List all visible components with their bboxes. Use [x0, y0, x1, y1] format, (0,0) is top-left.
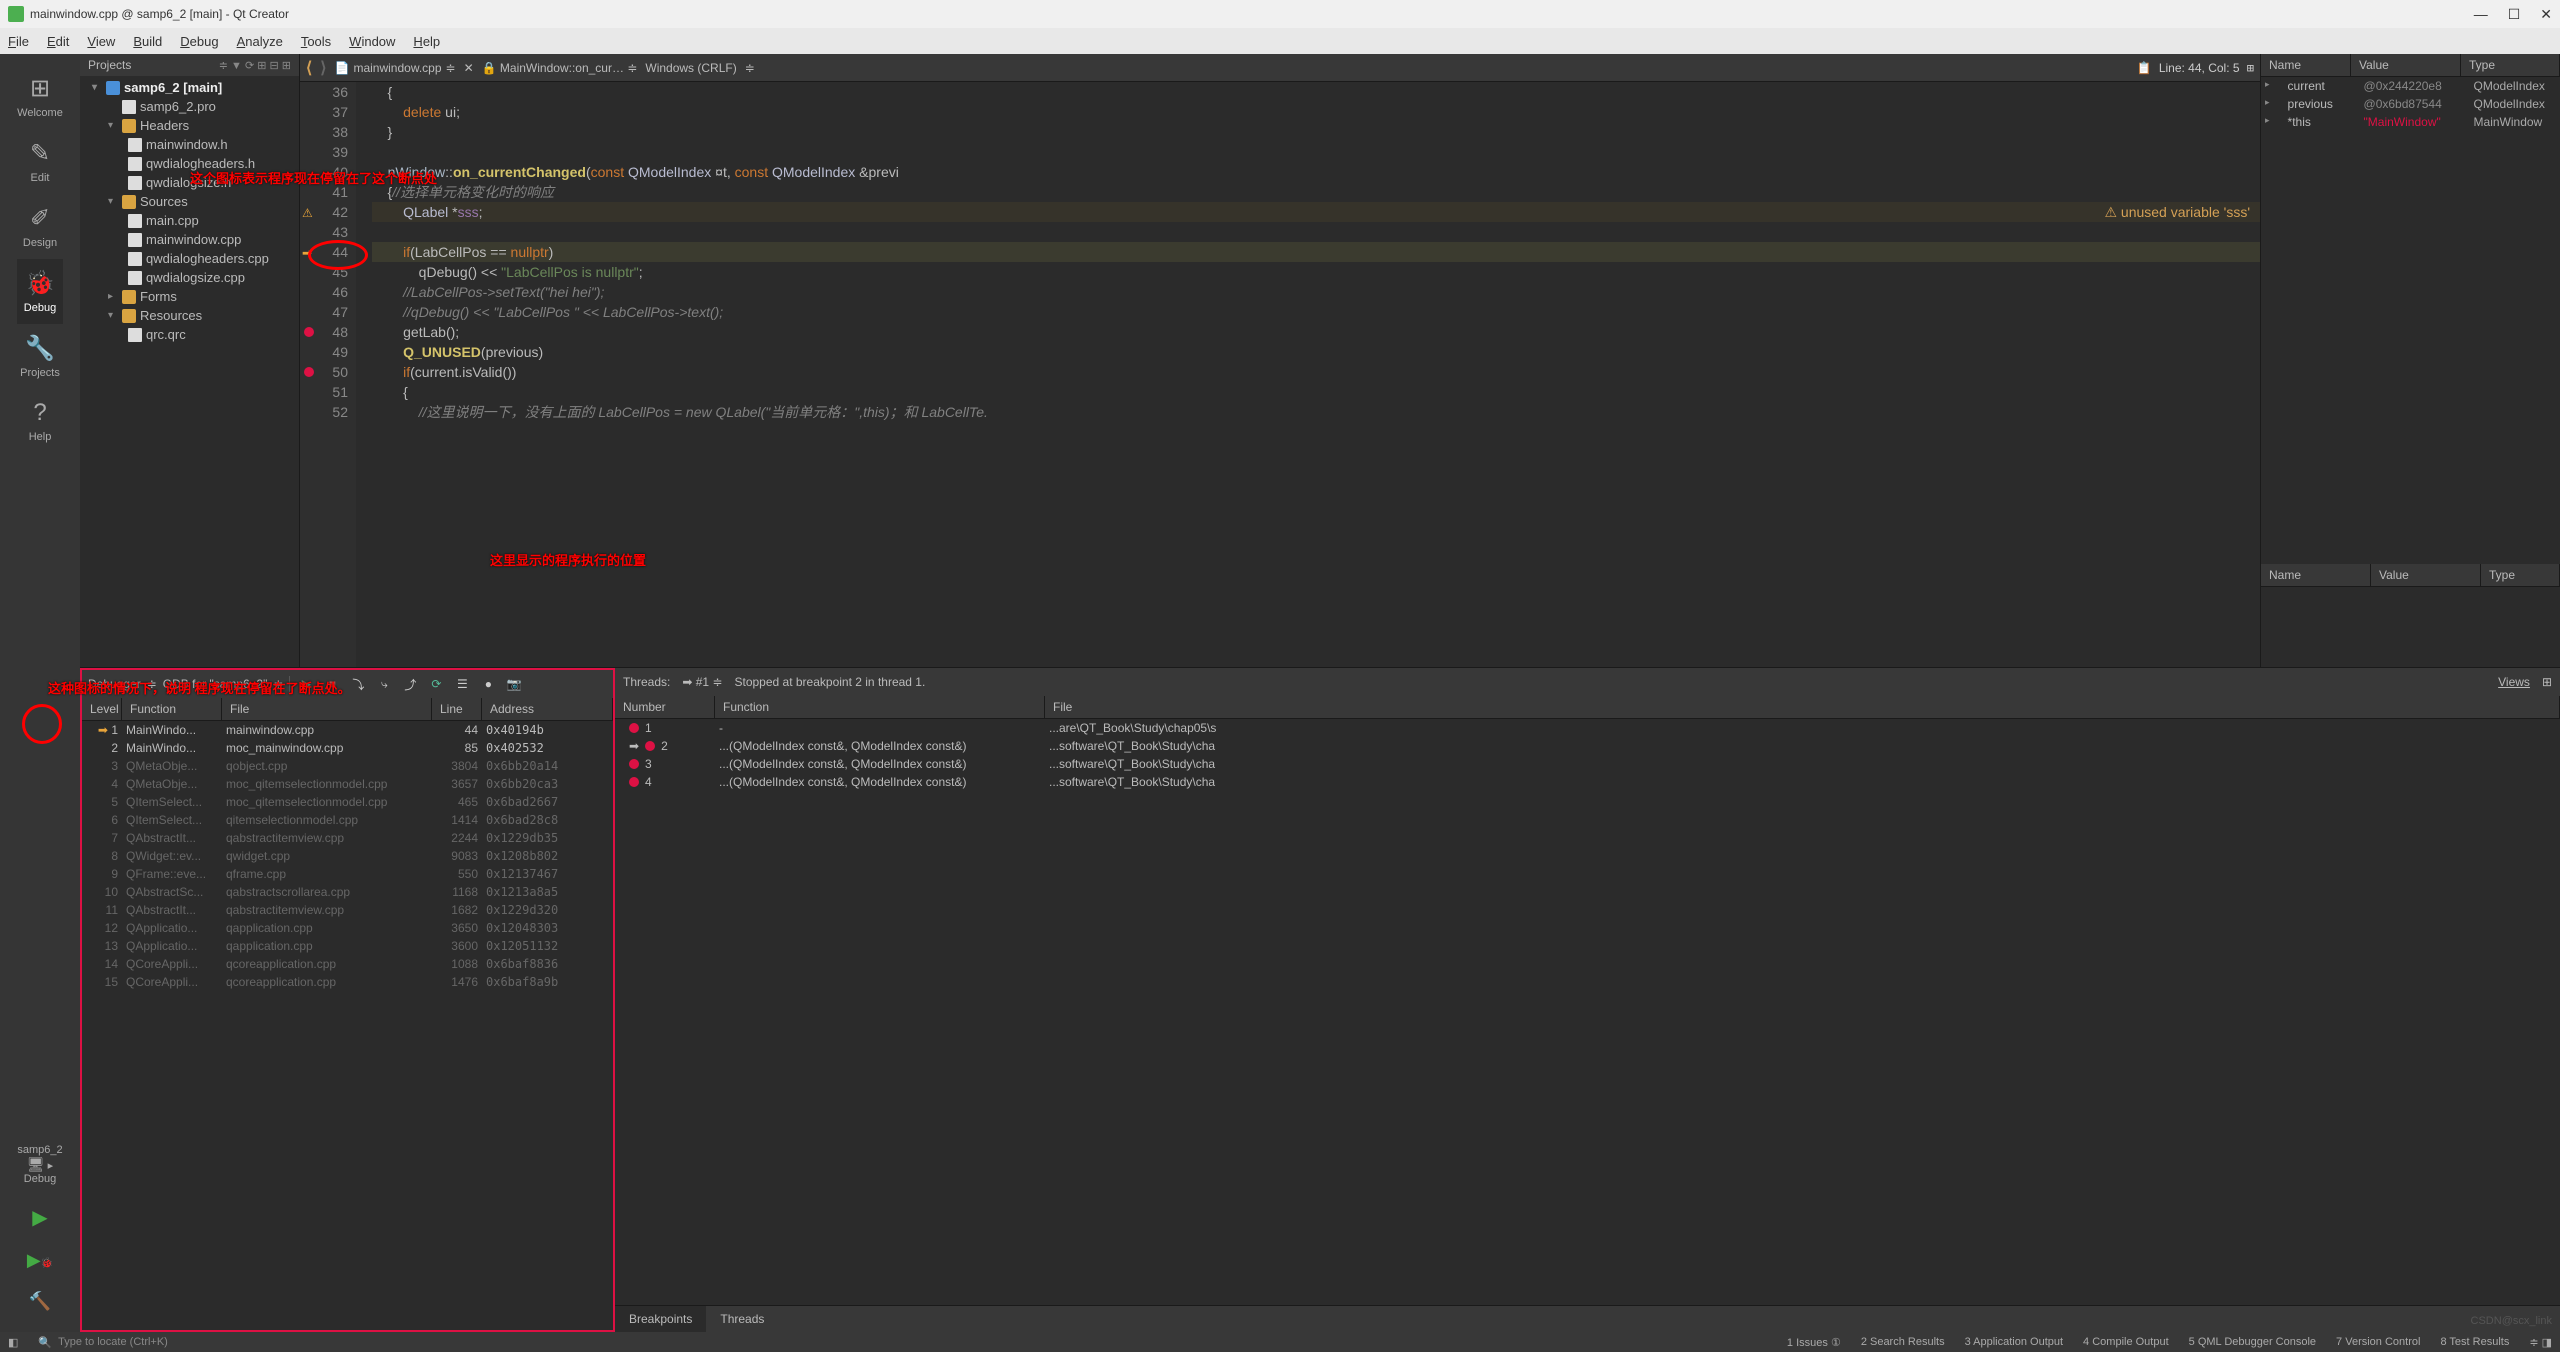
cursor-position: Line: 44, Col: 5	[2159, 61, 2240, 75]
title-bar: mainwindow.cpp @ samp6_2 [main] - Qt Cre…	[0, 0, 2560, 28]
watch-col-value[interactable]: Value	[2371, 564, 2481, 586]
snapshot-button[interactable]: 📷	[504, 674, 524, 694]
nav-back[interactable]: ⟨	[306, 58, 312, 78]
window-title: mainwindow.cpp @ samp6_2 [main] - Qt Cre…	[30, 7, 289, 21]
editor-area: ⟨ ⟩ 📄 mainwindow.cpp ≑ ✕ 🔒 MainWindow::o…	[300, 54, 2260, 667]
code-editor[interactable]: 3637383940414243444546474849505152 { del…	[300, 82, 2260, 667]
status-appout[interactable]: 3 Application Output	[1965, 1336, 2063, 1348]
build-button[interactable]: 🔨	[0, 1281, 80, 1322]
nav-forward[interactable]: ⟩	[320, 58, 326, 78]
menu-edit[interactable]: Edit	[47, 34, 69, 49]
locals-list[interactable]: ▸current@0x244220e8QModelIndex▸previous@…	[2261, 77, 2560, 564]
projects-title: Projects	[88, 58, 131, 72]
close-file[interactable]: ✕	[464, 61, 474, 75]
debug-run-button[interactable]: ▶🐞	[0, 1240, 80, 1281]
continue-button[interactable]: ▶	[296, 674, 316, 694]
menu-bar: File Edit View Build Debug Analyze Tools…	[0, 28, 2560, 54]
menu-analyze[interactable]: Analyze	[237, 34, 283, 49]
mode-help[interactable]: ?Help	[17, 389, 63, 453]
run-button[interactable]: ▶	[0, 1195, 80, 1240]
mode-projects[interactable]: 🔧Projects	[17, 324, 63, 389]
debugger-label[interactable]: Debugger	[88, 677, 141, 691]
locals-col-type[interactable]: Type	[2461, 54, 2560, 76]
tab-breakpoints[interactable]: Breakpoints	[615, 1306, 706, 1332]
locals-panel: Name Value Type ▸current@0x244220e8QMode…	[2260, 54, 2560, 667]
step-out-button[interactable]: ⤴	[400, 674, 420, 694]
close-button[interactable]: ✕	[2540, 6, 2552, 23]
status-issues[interactable]: 1 Issues ①	[1787, 1336, 1841, 1349]
symbol-selector[interactable]: 🔒 MainWindow::on_cur… ≑	[482, 61, 638, 75]
app-icon	[8, 6, 24, 22]
menu-debug[interactable]: Debug	[180, 34, 218, 49]
projects-panel: Projects ≑ ▼ ⟳ ⊞ ⊟ ⊞ ▾samp6_2 [main] sam…	[80, 54, 300, 667]
mode-edit[interactable]: ✎Edit	[17, 129, 63, 194]
status-compile[interactable]: 4 Compile Output	[2083, 1336, 2169, 1348]
menu-build[interactable]: Build	[133, 34, 162, 49]
sidebar-toggle[interactable]: ◧	[8, 1336, 18, 1349]
restart-button[interactable]: ⟳	[426, 674, 446, 694]
menu-window[interactable]: Window	[349, 34, 395, 49]
record-button[interactable]: ●	[478, 674, 498, 694]
menu-view[interactable]: View	[87, 34, 115, 49]
locate-input[interactable]: 🔍 Type to locate (Ctrl+K)	[38, 1336, 167, 1349]
encoding[interactable]: Windows (CRLF)	[645, 61, 736, 75]
debugger-target[interactable]: GDB for "samp6_2"	[163, 677, 268, 691]
breakpoints-panel: Threads: ➡ #1 ≑ Stopped at breakpoint 2 …	[615, 668, 2560, 1332]
mode-design[interactable]: ✐Design	[17, 194, 63, 259]
views-button[interactable]: Views	[2498, 675, 2530, 689]
mode-welcome[interactable]: ⊞Welcome	[17, 64, 63, 129]
project-tools[interactable]: ≑ ▼ ⟳ ⊞ ⊟ ⊞	[219, 59, 291, 72]
watch-list[interactable]	[2261, 587, 2560, 667]
maximize-button[interactable]: ☐	[2508, 6, 2521, 23]
instruction-button[interactable]: ☰	[452, 674, 472, 694]
menu-help[interactable]: Help	[413, 34, 440, 49]
file-tab[interactable]: 📄 mainwindow.cpp ≑	[335, 61, 456, 75]
breakpoints-list[interactable]: 1-...are\QT_Book\Study\chap05\s➡ 2...(QM…	[615, 719, 2560, 1305]
menu-tools[interactable]: Tools	[301, 34, 331, 49]
output-toggle[interactable]: ≑ ◨	[2529, 1336, 2552, 1349]
watermark: CSDN@scx_link	[2471, 1315, 2552, 1327]
locals-col-value[interactable]: Value	[2351, 54, 2461, 76]
tab-threads[interactable]: Threads	[706, 1306, 778, 1332]
step-over-button[interactable]: ⤵	[348, 674, 368, 694]
thread-selector[interactable]: ➡ #1 ≑	[682, 675, 722, 689]
target-selector[interactable]: samp6_2 🖥 ▸ Debug	[0, 1134, 80, 1195]
mode-bar: ⊞Welcome✎Edit✐Design🐞Debug🔧Projects?Help…	[0, 54, 80, 1332]
project-tree[interactable]: ▾samp6_2 [main] samp6_2.pro ▾Headers mai…	[80, 76, 299, 667]
stop-button[interactable]: ■	[322, 674, 342, 694]
status-bar: ◧ 🔍 Type to locate (Ctrl+K) 1 Issues ① 2…	[0, 1332, 2560, 1352]
debug-status: Stopped at breakpoint 2 in thread 1.	[735, 675, 926, 689]
status-qml[interactable]: 5 QML Debugger Console	[2189, 1336, 2316, 1348]
status-tests[interactable]: 8 Test Results	[2440, 1336, 2509, 1348]
menu-file[interactable]: File	[8, 34, 29, 49]
status-vcs[interactable]: 7 Version Control	[2336, 1336, 2420, 1348]
status-search[interactable]: 2 Search Results	[1861, 1336, 1945, 1348]
step-into-button[interactable]: ⤷	[374, 674, 394, 694]
locals-col-name[interactable]: Name	[2261, 54, 2351, 76]
watch-col-name[interactable]: Name	[2261, 564, 2371, 586]
views-menu[interactable]: ⊞	[2542, 675, 2552, 689]
minimize-button[interactable]: —	[2474, 6, 2488, 23]
watch-col-type[interactable]: Type	[2481, 564, 2560, 586]
stack-list[interactable]: 1MainWindo...mainwindow.cpp440x40194b2Ma…	[82, 721, 613, 1330]
mode-debug[interactable]: 🐞Debug	[17, 259, 63, 324]
stack-panel: Debugger ≑ GDB for "samp6_2" ≑ ▶ ■ ⤵ ⤷ ⤴…	[80, 668, 615, 1332]
